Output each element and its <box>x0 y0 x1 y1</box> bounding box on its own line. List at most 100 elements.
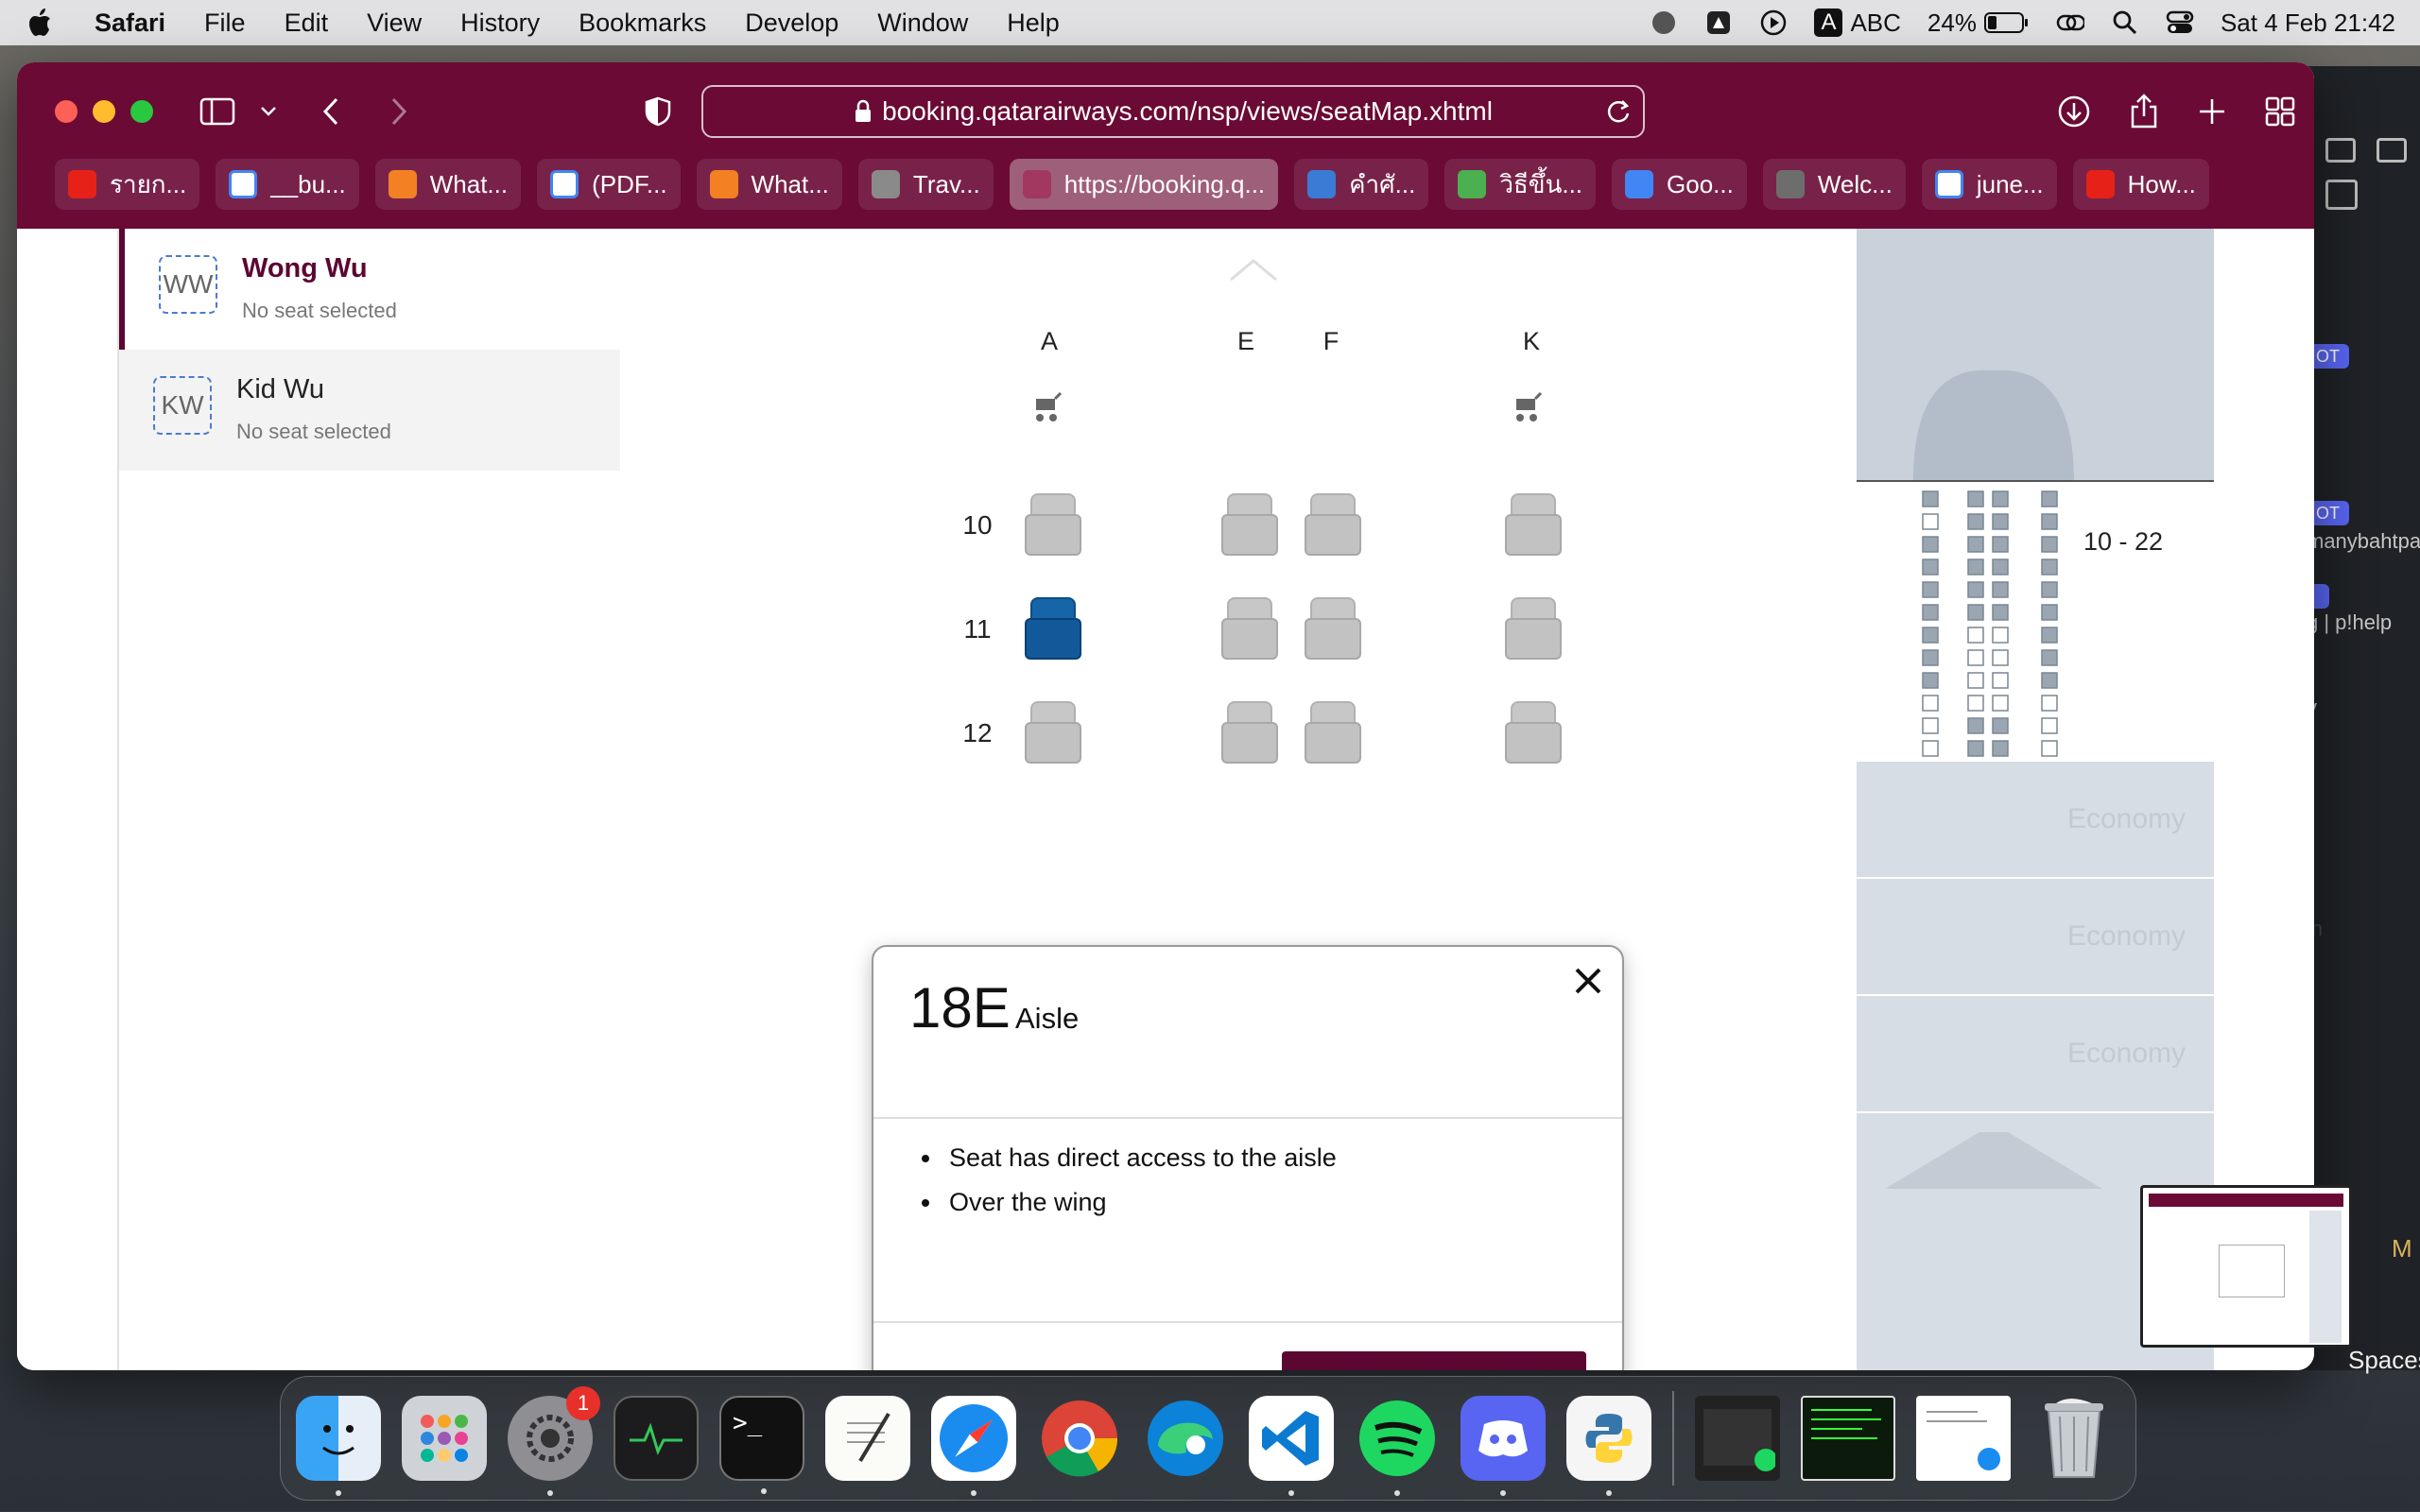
scroll-up-chevron-icon[interactable] <box>1229 257 1278 282</box>
new-tab-icon[interactable] <box>2193 93 2231 130</box>
cabin-zone[interactable]: Economy <box>1857 877 2214 994</box>
input-source[interactable]: A ABC <box>1814 9 1901 38</box>
close-window-button[interactable] <box>55 100 78 123</box>
textedit-icon[interactable] <box>825 1396 910 1481</box>
sidebar-toggle-icon[interactable] <box>199 93 236 130</box>
sidebar-icon[interactable] <box>2325 138 2356 163</box>
menu-bookmarks[interactable]: Bookmarks <box>579 9 706 38</box>
close-icon[interactable] <box>1569 962 1607 1000</box>
safari-window-thumbnail[interactable] <box>1916 1396 2011 1481</box>
back-icon[interactable] <box>312 93 350 130</box>
browser-tab-label: __bu... <box>270 169 346 198</box>
browser-tab[interactable]: วิธีขึ้น... <box>1444 159 1597 210</box>
inbox-icon[interactable] <box>2325 180 2358 210</box>
menu-history[interactable]: History <box>460 9 540 38</box>
browser-tab[interactable]: __bu... <box>216 159 359 210</box>
seat-cushion <box>1221 514 1278 556</box>
browser-tab[interactable]: What... <box>696 159 842 210</box>
reload-icon[interactable] <box>1605 98 1632 125</box>
seat-cushion <box>1025 514 1081 556</box>
spotify-icon[interactable] <box>1355 1396 1440 1496</box>
menu-file[interactable]: File <box>204 9 246 38</box>
discord-icon[interactable] <box>1461 1396 1546 1496</box>
record-icon[interactable] <box>1650 9 1678 37</box>
passenger-avatar: WW <box>159 255 217 314</box>
browser-tab[interactable]: คำศั... <box>1294 159 1429 210</box>
browser-tab[interactable]: https://booking.q... <box>1009 159 1279 210</box>
menu-app-name[interactable]: Safari <box>95 9 165 38</box>
cabin-zone[interactable]: Economy <box>1857 994 2214 1111</box>
browser-tab[interactable]: Welc... <box>1762 159 1906 210</box>
battery-percent: 24% <box>1927 8 1977 37</box>
browser-tab[interactable]: รายก... <box>55 159 200 210</box>
cabin-zone[interactable]: Economy <box>1857 760 2214 877</box>
stackoverflow-icon <box>709 170 738 198</box>
mini-seat <box>1967 740 1984 757</box>
finder-icon[interactable] <box>296 1396 381 1496</box>
browser-tab[interactable]: What... <box>374 159 522 210</box>
spotlight-search-icon[interactable] <box>2111 9 2139 37</box>
zoom-window-button[interactable] <box>130 100 153 123</box>
link-icon[interactable] <box>2056 9 2084 37</box>
mini-seat <box>2041 490 2058 507</box>
safari-icon[interactable] <box>931 1396 1016 1496</box>
drive-icon[interactable] <box>1704 9 1733 37</box>
mini-seat <box>1922 649 1939 666</box>
control-center-icon[interactable] <box>2166 9 2194 37</box>
address-bar[interactable]: booking.qatarairways.com/nsp/views/seatM… <box>701 85 1645 138</box>
selected-zone[interactable]: 10 - 22 <box>1857 480 2214 760</box>
forward-icon[interactable] <box>380 93 418 130</box>
passenger-name: Kid Wu <box>236 374 324 404</box>
browser-tab[interactable]: Trav... <box>857 159 994 210</box>
activity-monitor-icon[interactable] <box>614 1396 699 1481</box>
menu-help[interactable]: Help <box>1007 9 1060 38</box>
menu-window[interactable]: Window <box>877 9 968 38</box>
dock: 1 >_ <box>280 1376 2136 1501</box>
browser-tab[interactable]: Goo... <box>1612 159 1747 210</box>
browser-tab[interactable]: june... <box>1921 159 2057 210</box>
apple-menu-icon[interactable] <box>23 8 57 38</box>
system-settings-icon[interactable]: 1 <box>508 1386 600 1496</box>
terminal-icon[interactable]: >_ <box>719 1396 804 1494</box>
leaf-icon <box>1458 170 1487 198</box>
downloads-icon[interactable] <box>2055 93 2093 130</box>
chevron-down-icon[interactable] <box>250 93 287 130</box>
seat-11A[interactable] <box>1025 597 1081 663</box>
battery-status[interactable]: 24% <box>1927 9 2030 38</box>
popup-seat-number: 18E <box>909 976 1011 1040</box>
panel-icon[interactable] <box>2377 138 2407 163</box>
passenger-seat-status: No seat selected <box>236 420 391 443</box>
browser-tab[interactable]: (PDF... <box>537 159 681 210</box>
terminal-prompt: >_ <box>733 1409 763 1437</box>
mini-seat <box>1922 740 1939 757</box>
vscode-icon[interactable] <box>1249 1396 1334 1496</box>
select-seat-button[interactable]: Select this seat <box>1282 1351 1586 1370</box>
browser-toolbar: booking.qatarairways.com/nsp/views/seatM… <box>17 62 2314 229</box>
menu-edit[interactable]: Edit <box>285 9 329 38</box>
menu-view[interactable]: View <box>367 9 422 38</box>
youtube-icon <box>68 170 96 198</box>
mini-seat <box>1967 581 1984 598</box>
launchpad-icon[interactable] <box>402 1396 487 1481</box>
minimize-window-button[interactable] <box>93 100 115 123</box>
edge-icon[interactable] <box>1143 1396 1228 1481</box>
recent-window-thumbnail[interactable] <box>1695 1396 1780 1481</box>
screenshot-thumbnail[interactable] <box>2140 1185 2352 1348</box>
column-label: K <box>1522 327 1540 355</box>
clock[interactable]: Sat 4 Feb 21:42 <box>2221 9 2395 38</box>
mini-seat <box>1922 536 1939 553</box>
browser-tab[interactable]: How... <box>2072 159 2209 210</box>
play-circle-icon[interactable] <box>1759 9 1788 37</box>
terminal-window-thumbnail[interactable] <box>1801 1396 1895 1481</box>
tab-overview-icon[interactable] <box>2261 93 2299 130</box>
share-icon[interactable] <box>2125 93 2163 130</box>
passenger-item[interactable]: WW Wong Wu No seat selected <box>119 229 620 350</box>
browser-tab-label: https://booking.q... <box>1063 169 1266 198</box>
privacy-shield-icon[interactable] <box>639 93 677 130</box>
passenger-item[interactable]: KW Kid Wu No seat selected <box>119 350 620 471</box>
trash-icon[interactable] <box>2031 1396 2117 1481</box>
chrome-icon[interactable] <box>1037 1396 1122 1481</box>
dock-separator <box>1672 1391 1674 1486</box>
menu-develop[interactable]: Develop <box>745 9 838 38</box>
python-launcher-icon[interactable] <box>1566 1396 1651 1496</box>
